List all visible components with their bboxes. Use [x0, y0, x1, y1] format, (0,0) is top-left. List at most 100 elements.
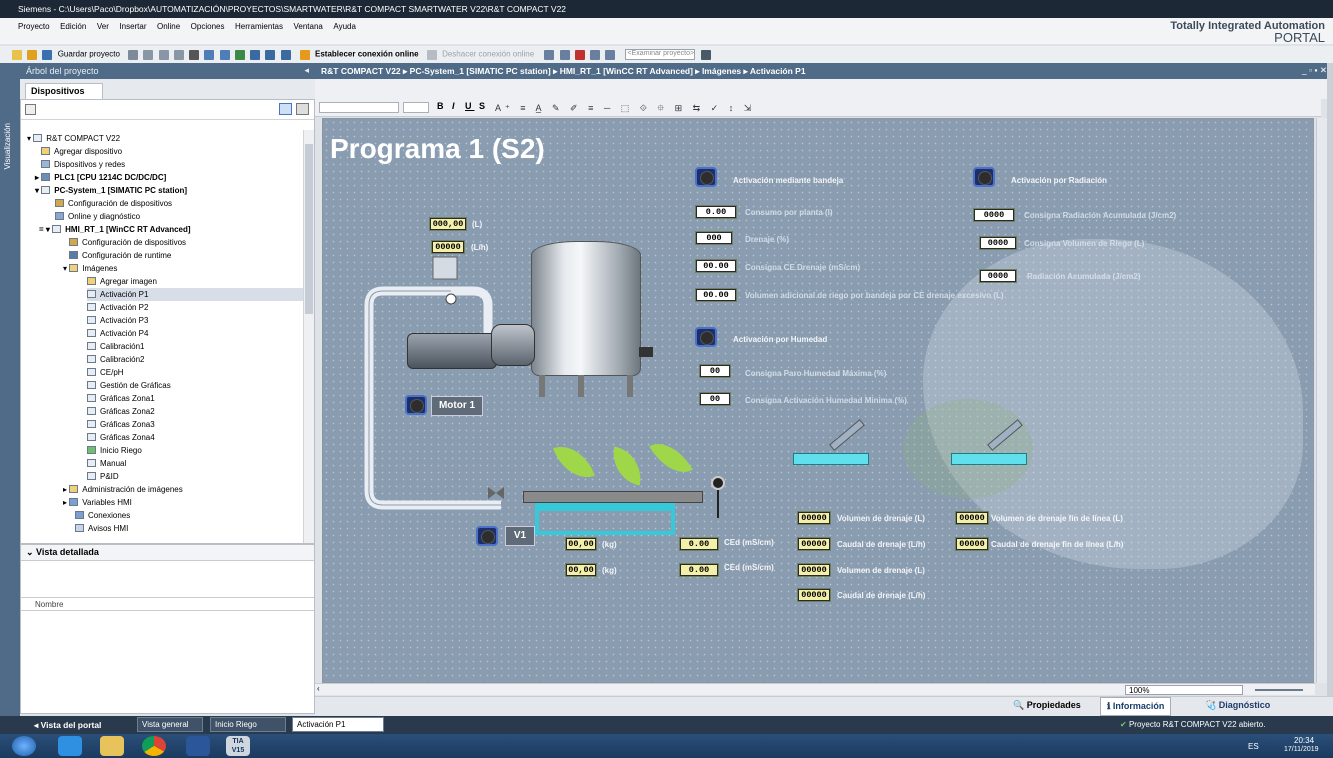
tree-item-device-config-hmi[interactable]: Configuración de dispositivos: [69, 236, 186, 249]
undo-icon[interactable]: [204, 49, 215, 60]
consigna-volumen-riego-field[interactable]: 0000: [979, 236, 1017, 250]
split-vertical-icon[interactable]: [605, 49, 616, 60]
tree-item-imagenes[interactable]: ▾ Imágenes: [63, 262, 117, 275]
menu-insertar[interactable]: Insertar: [119, 22, 146, 31]
bold-icon[interactable]: B: [437, 101, 447, 111]
canvas-vertical-scrollbar[interactable]: [1316, 118, 1327, 683]
tree-item-hmi-rt[interactable]: = ▾ HMI_RT_1 [WinCC RT Advanced]: [39, 223, 191, 236]
activacion-bandeja-button[interactable]: [695, 167, 717, 187]
taskbar-tab-vista-general[interactable]: Vista general: [137, 717, 203, 732]
start-button-icon[interactable]: [12, 736, 36, 756]
search-icon[interactable]: [700, 49, 711, 60]
tree-scrollbar[interactable]: [303, 130, 314, 543]
disconnect-online-icon[interactable]: [426, 49, 437, 60]
tree-item-gestion-graficas[interactable]: Gestión de Gráficas: [87, 379, 171, 392]
tree-item-add-device[interactable]: Agregar dispositivo: [41, 145, 122, 158]
strikethrough-icon[interactable]: S: [479, 101, 488, 111]
font-size-combobox[interactable]: [403, 102, 429, 113]
consigna-paro-humedad-field[interactable]: 00: [699, 364, 731, 378]
menu-herramientas[interactable]: Herramientas: [235, 22, 283, 31]
compile-icon[interactable]: [234, 49, 245, 60]
save-project-button[interactable]: Guardar proyecto: [58, 50, 120, 59]
tree-item-avisos-hmi[interactable]: Avisos HMI: [75, 522, 128, 535]
consigna-radiacion-field[interactable]: 0000: [973, 208, 1015, 222]
expand-arrow-icon[interactable]: = ▾: [39, 225, 52, 234]
task-cards-panel[interactable]: [1327, 63, 1333, 716]
list-view-icon[interactable]: [279, 103, 292, 115]
simulation-icon[interactable]: [280, 49, 291, 60]
clock-time[interactable]: 20:34: [1294, 736, 1314, 745]
redo-icon[interactable]: [219, 49, 230, 60]
tree-item-graficas-zona3[interactable]: Gráficas Zona3: [87, 418, 155, 431]
zoom-select[interactable]: 100%: [1125, 685, 1243, 695]
clock-date[interactable]: 17/11/2019: [1284, 746, 1319, 753]
tree-item-runtime-config[interactable]: Configuración de runtime: [69, 249, 171, 262]
download-icon[interactable]: [250, 49, 261, 60]
consigna-activacion-humedad-field[interactable]: 00: [699, 392, 731, 406]
tree-item-graficas-zona2[interactable]: Gráficas Zona2: [87, 405, 155, 418]
taskbar-tab-inicio-riego[interactable]: Inicio Riego: [210, 717, 286, 732]
browser-icon[interactable]: [58, 736, 82, 756]
peso-2-field[interactable]: 00,00: [565, 563, 597, 577]
portal-view-button[interactable]: ◂ Vista del portal: [34, 720, 101, 731]
tree-item-graficas-zona4[interactable]: Gráficas Zona4: [87, 431, 155, 444]
print-icon[interactable]: [128, 49, 139, 60]
zoom-slider[interactable]: [1255, 689, 1303, 691]
text-format-icons[interactable]: A⁺ ≡ A̲ ✎ ✐ ≡ ─ ⬚ ⟐ ⯐ ⊞ ⇆ ✓ ↕ ⇲: [495, 101, 755, 117]
tia-portal-icon[interactable]: TIA V15: [226, 736, 250, 756]
connect-online-button[interactable]: Establecer conexión online: [315, 50, 419, 59]
tree-item-activacion-p1[interactable]: Activación P1: [87, 288, 303, 301]
tree-item-activacion-p2[interactable]: Activación P2: [87, 301, 148, 314]
collapse-arrow-icon[interactable]: ⌄: [26, 547, 36, 557]
file-explorer-icon[interactable]: [100, 736, 124, 756]
detail-view-header[interactable]: ⌄ Vista detallada: [21, 545, 314, 561]
tree-item-admin-imagenes[interactable]: ▸ Administración de imágenes: [63, 483, 183, 496]
tree-item-manual[interactable]: Manual: [87, 457, 126, 470]
volumen-adicional-field[interactable]: 00.00: [695, 288, 737, 302]
font-combobox[interactable]: [319, 102, 399, 113]
project-search-input[interactable]: <Examinar proyecto>: [624, 49, 695, 60]
volumen-drenaje-2-field[interactable]: 00000: [797, 563, 831, 577]
copy-icon[interactable]: [158, 49, 169, 60]
taskbar-tab-activacion-p1[interactable]: Activación P1: [292, 717, 384, 732]
detail-column-header[interactable]: Nombre: [21, 597, 314, 611]
v1-toggle-button[interactable]: [476, 526, 498, 546]
menu-opciones[interactable]: Opciones: [191, 22, 225, 31]
ced-1-field[interactable]: 0.00: [679, 537, 719, 551]
cut-icon[interactable]: [143, 49, 154, 60]
italic-icon[interactable]: I: [452, 101, 458, 111]
word-icon[interactable]: [186, 736, 210, 756]
menu-ventana[interactable]: Ventana: [294, 22, 323, 31]
language-indicator[interactable]: ES: [1248, 742, 1259, 751]
upload-icon[interactable]: [265, 49, 276, 60]
split-horizontal-icon[interactable]: [590, 49, 601, 60]
paste-icon[interactable]: [173, 49, 184, 60]
tree-item-devices-networks[interactable]: Dispositivos y redes: [41, 158, 125, 171]
cross-reference-icon[interactable]: [559, 49, 570, 60]
new-project-icon[interactable]: [12, 49, 22, 60]
disconnect-online-button[interactable]: Deshacer conexión online: [442, 50, 534, 59]
tree-item-calibracion1[interactable]: Calibración1: [87, 340, 144, 353]
caudal-drenaje-1-field[interactable]: 00000: [797, 537, 831, 551]
window-controls-icon[interactable]: _ ▫ ▪ ✕: [1302, 65, 1327, 76]
tree-item-inicio-riego[interactable]: Inicio Riego: [87, 444, 142, 457]
tree-options-icon[interactable]: [296, 103, 309, 115]
collapse-panel-icon[interactable]: ◂: [304, 65, 309, 76]
save-icon[interactable]: [42, 49, 53, 60]
tree-item-online-diag[interactable]: Online y diagnóstico: [55, 210, 140, 223]
tree-item-conexiones[interactable]: Conexiones: [75, 509, 130, 522]
ced-2-field[interactable]: 0.00: [679, 563, 719, 577]
network-view-icon[interactable]: [25, 104, 36, 115]
motor1-toggle-button[interactable]: [405, 395, 427, 415]
scroll-left-icon[interactable]: ‹: [317, 684, 320, 693]
hmi-screen-canvas[interactable]: Programa 1 (S2) 000,00 (L) 00000 (L/h) M…: [322, 118, 1314, 683]
radiacion-acumulada-field[interactable]: 0000: [979, 269, 1017, 283]
consigna-ce-drenaje-field[interactable]: 00.00: [695, 259, 737, 273]
tree-item-variables-hmi[interactable]: ▸ Variables HMI: [63, 496, 132, 509]
drenaje-pct-field[interactable]: 000: [695, 231, 733, 245]
canvas-horizontal-scrollbar[interactable]: ‹ 100%: [315, 683, 1315, 695]
tree-item-activacion-p4[interactable]: Activación P4: [87, 327, 148, 340]
tree-item-ce-ph[interactable]: CE/pH: [87, 366, 124, 379]
delete-icon[interactable]: [189, 49, 200, 60]
tree-item-plc1[interactable]: ▸ PLC1 [CPU 1214C DC/DC/DC]: [35, 171, 166, 184]
